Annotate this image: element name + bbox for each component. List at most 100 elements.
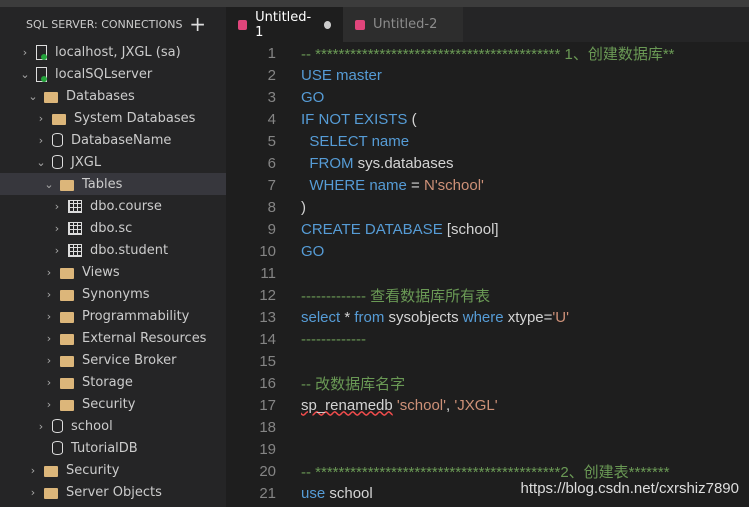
code-text: SELECT name (301, 133, 409, 150)
tree-item[interactable]: › school (0, 415, 226, 437)
tree-item[interactable]: › dbo.course (0, 195, 226, 217)
tree-item-label: External Resources (82, 330, 207, 346)
chevron-right-icon[interactable]: › (42, 398, 56, 411)
chevron-right-icon[interactable]: › (42, 376, 56, 389)
line-number: 4 (267, 110, 276, 128)
server-icon (36, 66, 47, 82)
chevron-right-icon[interactable]: › (42, 310, 56, 323)
tree-item[interactable]: › Security (0, 393, 226, 415)
code-token: SELECT name (301, 132, 410, 150)
code-line: 15 (226, 350, 749, 372)
chevron-right-icon[interactable]: › (50, 222, 64, 235)
code-token: where (462, 308, 508, 326)
chevron-right-icon[interactable]: › (42, 354, 56, 367)
tree-item[interactable]: › Programmability (0, 305, 226, 327)
code-token: sysobjects (388, 308, 463, 326)
code-editor[interactable]: 1 -- ************************************… (226, 42, 749, 507)
code-token: [school] (446, 220, 499, 238)
code-line: 20 -- ***********************************… (226, 460, 749, 482)
tree-item[interactable]: › System Databases (0, 107, 226, 129)
folder-icon (60, 399, 74, 411)
sidebar-header: SQL SERVER: CONNECTIONS + (0, 7, 226, 41)
tree-item-label: localhost, JXGL (sa) (55, 44, 181, 60)
line-number: 19 (259, 440, 276, 458)
code-token: GO (301, 88, 325, 106)
chevron-right-icon[interactable]: › (42, 288, 56, 301)
tree-item[interactable]: › Service Broker (0, 349, 226, 371)
chevron-right-icon[interactable]: › (26, 486, 40, 499)
tree-item[interactable]: › DatabaseName (0, 129, 226, 151)
table-icon (68, 199, 82, 213)
code-token: name (369, 176, 407, 194)
tree-item[interactable]: TutorialDB (0, 437, 226, 459)
chevron-down-icon[interactable]: ⌄ (42, 178, 56, 191)
tree-item-label: localSQLserver (55, 66, 153, 82)
chevron-right-icon[interactable]: › (42, 266, 56, 279)
tab-untitled-2[interactable]: Untitled-2 (343, 7, 463, 42)
tab-label: Untitled-1 (255, 9, 312, 40)
code-token: -- 改数据库名字 (301, 375, 406, 393)
code-line: 12 ------------- 查看数据库所有表 (226, 284, 749, 306)
chevron-right-icon[interactable]: › (34, 112, 48, 125)
tree-item-label: JXGL (71, 154, 102, 170)
code-line: 2 USE master (226, 64, 749, 86)
tree-item-label: Security (66, 462, 120, 478)
tree-item[interactable]: › Server Objects (0, 481, 226, 503)
tree-item[interactable]: › Storage (0, 371, 226, 393)
chevron-right-icon[interactable]: › (18, 46, 32, 59)
unsaved-dot-icon[interactable] (323, 20, 331, 29)
chevron-right-icon[interactable]: › (50, 200, 64, 213)
editor-tabs: Untitled-1 Untitled-2 (226, 7, 749, 42)
folder-icon (44, 465, 58, 477)
code-token: ------------- 查看数据库所有表 (301, 287, 491, 305)
code-text: WHERE name = N'school' (301, 177, 484, 194)
line-number: 13 (259, 308, 276, 326)
chevron-right-icon[interactable]: › (50, 244, 64, 257)
tree-item[interactable]: ⌄ localSQLserver (0, 63, 226, 85)
line-number: 12 (259, 286, 276, 304)
chevron-down-icon[interactable]: ⌄ (34, 156, 48, 169)
tab-label: Untitled-2 (373, 17, 438, 32)
chevron-right-icon[interactable]: › (26, 464, 40, 477)
tree-item[interactable]: › dbo.sc (0, 217, 226, 239)
db-icon (52, 155, 63, 169)
folder-icon (44, 91, 58, 103)
code-line: 9 CREATE DATABASE [school] (226, 218, 749, 240)
tree-item[interactable]: › localhost, JXGL (sa) (0, 41, 226, 63)
chevron-down-icon[interactable]: ⌄ (18, 68, 32, 81)
chevron-down-icon[interactable]: ⌄ (26, 90, 40, 103)
tree-item[interactable]: › Security (0, 459, 226, 481)
code-token: CREATE DATABASE (301, 220, 447, 238)
code-token: 'school' (396, 396, 446, 414)
folder-icon (60, 311, 74, 323)
tree-item[interactable]: › Synonyms (0, 283, 226, 305)
tree-item-label: school (71, 418, 113, 434)
code-token: WHERE (301, 176, 370, 194)
tree-item[interactable]: ⌄ Databases (0, 85, 226, 107)
plus-icon[interactable]: + (189, 12, 206, 36)
code-line: 3 GO (226, 86, 749, 108)
tree-item[interactable]: › Views (0, 261, 226, 283)
tree-item[interactable]: ⌄ Tables (0, 173, 226, 195)
server-icon (36, 44, 47, 60)
code-line: 13 select * from sysobjects where xtype='… (226, 306, 749, 328)
code-line: 18 (226, 416, 749, 438)
chevron-right-icon[interactable]: › (42, 332, 56, 345)
chevron-right-icon[interactable]: › (34, 134, 48, 147)
database-file-icon (238, 19, 248, 30)
code-line: 10 GO (226, 240, 749, 262)
code-text: ) (301, 199, 306, 216)
tree-item[interactable]: › External Resources (0, 327, 226, 349)
tree-item-label: Security (82, 396, 136, 412)
code-token: 'U' (552, 308, 569, 326)
code-token: = (406, 176, 424, 194)
folder-icon (60, 377, 74, 389)
tab-untitled-1[interactable]: Untitled-1 (226, 7, 343, 42)
tree-item[interactable]: › dbo.student (0, 239, 226, 261)
tree-item[interactable]: ⌄ JXGL (0, 151, 226, 173)
code-text: -- *************************************… (301, 461, 670, 482)
tree-item-label: dbo.student (90, 242, 169, 258)
chevron-right-icon[interactable]: › (34, 420, 48, 433)
tree-item-label: Storage (82, 374, 133, 390)
line-number: 14 (259, 330, 276, 348)
